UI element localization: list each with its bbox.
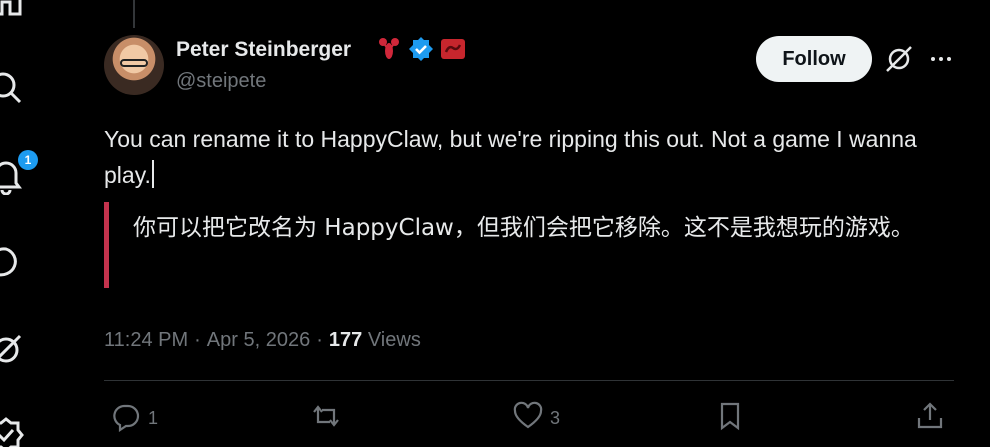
bookmark-action[interactable] <box>714 400 746 437</box>
bookmark-icon <box>714 400 746 437</box>
reply-count: 1 <box>148 408 159 428</box>
translation-text: 你可以把它改名为 HappyClaw，但我们会把它移除。这不是我想玩的游戏。 <box>133 215 914 241</box>
author-name[interactable]: Peter Steinberger <box>176 38 351 62</box>
verified-nav-icon[interactable] <box>0 415 26 447</box>
repost-action[interactable] <box>310 400 348 437</box>
avatar[interactable] <box>104 35 164 95</box>
verified-badge-icon[interactable] <box>408 36 434 67</box>
author-handle[interactable]: @steipete <box>176 70 266 93</box>
like-count: 3 <box>550 408 561 428</box>
heart-icon <box>512 400 544 437</box>
home-icon[interactable] <box>0 0 26 18</box>
repost-icon <box>310 400 342 437</box>
tweet-text: You can rename it to HappyClaw, but we'r… <box>104 121 964 193</box>
grok-nav-icon[interactable] <box>0 330 26 370</box>
meta-separator: · <box>194 329 201 351</box>
share-icon <box>914 400 946 437</box>
tweet-date[interactable]: Apr 5, 2026 <box>207 329 310 352</box>
translation-block: 你可以把它改名为 HappyClaw，但我们会把它移除。这不是我想玩的游戏。 <box>104 202 964 288</box>
grok-icon[interactable] <box>884 44 914 74</box>
follow-button[interactable]: Follow <box>756 36 872 82</box>
search-icon[interactable] <box>0 68 26 108</box>
divider <box>104 380 954 381</box>
more-options-icon[interactable] <box>926 44 956 74</box>
reply-icon <box>110 400 142 437</box>
tweet-meta: 11:24 PM · Apr 5, 2026 · 177 Views <box>104 329 421 352</box>
name-badges <box>376 36 466 67</box>
messages-icon[interactable] <box>0 243 26 283</box>
meta-separator: · <box>316 329 323 351</box>
share-action[interactable] <box>914 400 946 437</box>
text-cursor <box>151 160 154 188</box>
tweet-time[interactable]: 11:24 PM <box>104 329 188 352</box>
notification-badge: 1 <box>18 150 38 170</box>
thread-connector-line <box>133 0 135 28</box>
affiliate-badge-icon[interactable] <box>440 36 466 67</box>
views-label: Views <box>367 329 421 351</box>
reply-action[interactable]: 1 <box>110 400 158 437</box>
like-action[interactable]: 3 <box>512 400 560 437</box>
views-count: 177 <box>328 329 363 351</box>
lobster-emoji-icon <box>376 36 402 67</box>
tweet-text-content: You can rename it to HappyClaw, but we'r… <box>104 126 917 188</box>
